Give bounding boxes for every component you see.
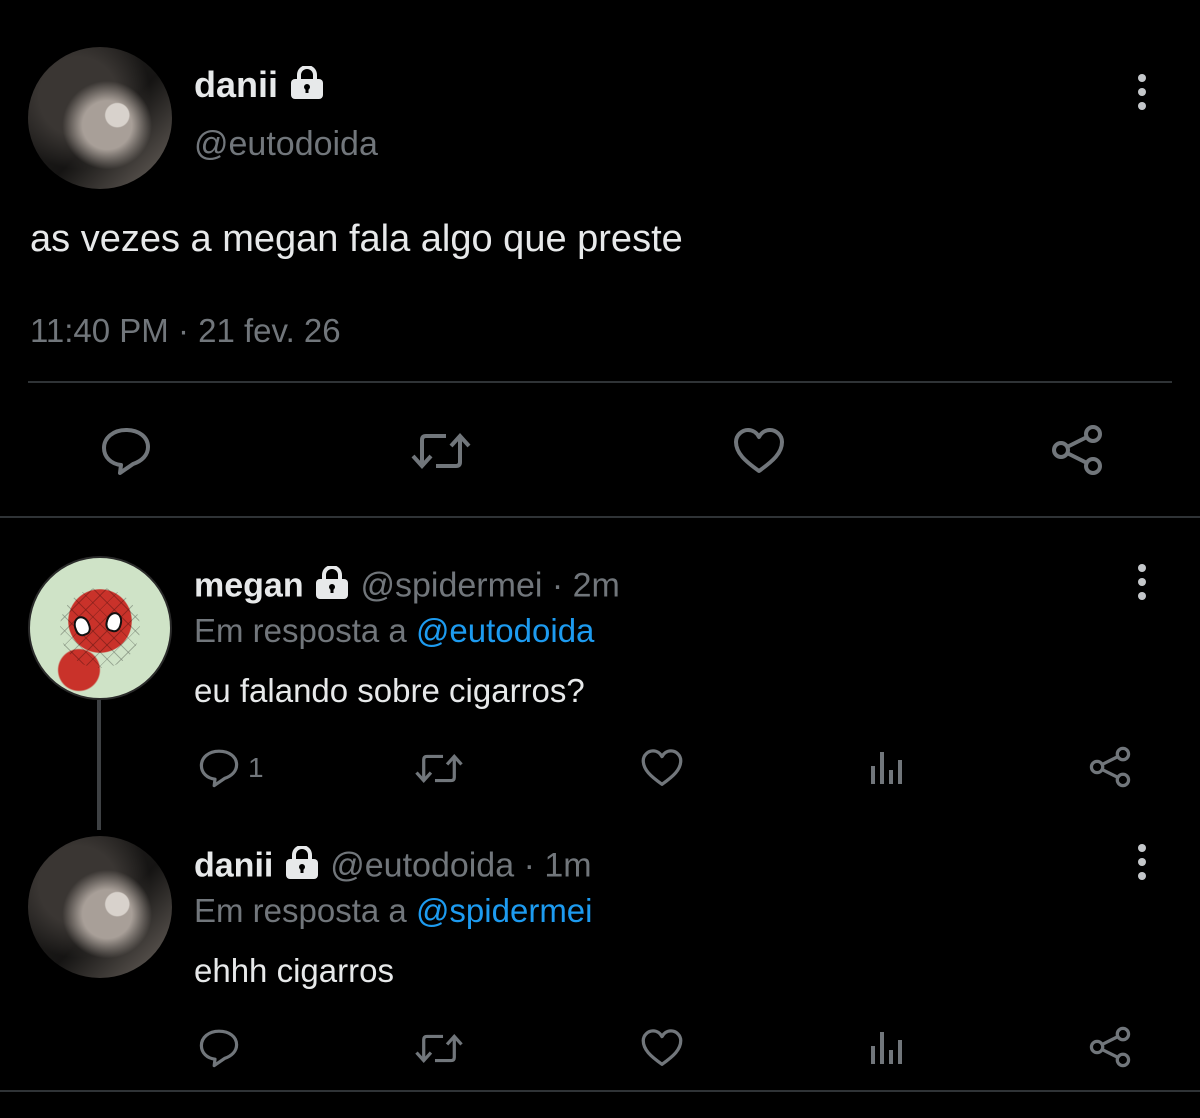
main-tweet: danii @eutodoida as vezes a megan fala a…: [0, 0, 1200, 518]
retweet-button[interactable]: [414, 750, 464, 787]
author-display-name[interactable]: megan: [194, 566, 304, 604]
retweet-button[interactable]: [414, 1030, 464, 1067]
views-button[interactable]: [868, 1028, 904, 1066]
views-button[interactable]: [868, 748, 904, 786]
reply-prefix: Em resposta a: [194, 892, 407, 929]
reply-header: megan @spidermei · 2m: [194, 565, 620, 609]
tweet-detail-screen: danii @eutodoida as vezes a megan fala a…: [0, 0, 1200, 1118]
share-button[interactable]: [1088, 746, 1132, 788]
lock-icon: [283, 845, 321, 889]
speech-bubble-icon: [102, 428, 150, 475]
reply-time: · 1m: [523, 846, 592, 885]
avatar[interactable]: [28, 556, 172, 700]
retweet-icon: [415, 1034, 463, 1063]
heart-icon: [734, 428, 784, 473]
reply-text: ehhh cigarros: [194, 952, 394, 989]
thread-connector-line: [97, 700, 101, 830]
avatar[interactable]: [28, 836, 172, 978]
author-handle[interactable]: @spidermei: [361, 566, 543, 604]
share-icon: [1089, 1026, 1131, 1068]
vertical-ellipsis-icon: [1138, 844, 1146, 880]
divider: [0, 1090, 1200, 1092]
avatar[interactable]: [28, 47, 172, 189]
retweet-button[interactable]: [410, 428, 472, 474]
reply-context: Em resposta a @eutodoida: [194, 612, 594, 650]
reply-count: 1: [248, 752, 264, 783]
reply-button[interactable]: [198, 1028, 240, 1068]
reply-button[interactable]: [100, 426, 152, 476]
share-button[interactable]: [1088, 1026, 1132, 1068]
like-button[interactable]: [732, 427, 786, 475]
author-name[interactable]: danii: [194, 64, 326, 109]
reply-text: eu falando sobre cigarros?: [194, 672, 585, 709]
more-options-button[interactable]: [1130, 562, 1154, 602]
heart-icon: [641, 749, 683, 786]
author-handle[interactable]: @eutodoida: [194, 125, 378, 164]
share-button[interactable]: [1050, 424, 1104, 476]
bar-chart-icon: [871, 752, 902, 784]
retweet-icon: [415, 754, 463, 783]
reply-prefix: Em resposta a: [194, 612, 407, 649]
more-options-button[interactable]: [1130, 72, 1154, 112]
author-display-name[interactable]: danii: [194, 846, 273, 884]
reply-time: · 2m: [551, 566, 620, 605]
heart-icon: [641, 1029, 683, 1066]
mention-link[interactable]: @spidermei: [416, 892, 593, 929]
divider: [28, 381, 1172, 383]
vertical-ellipsis-icon: [1138, 564, 1146, 600]
share-icon: [1052, 425, 1102, 475]
speech-bubble-icon: [199, 749, 239, 788]
like-button[interactable]: [640, 748, 684, 788]
like-button[interactable]: [640, 1028, 684, 1068]
speech-bubble-icon: [199, 1029, 239, 1068]
bar-chart-icon: [871, 1032, 902, 1064]
mention-link[interactable]: @eutodoida: [416, 612, 594, 649]
reply-header: danii @eutodoida · 1m: [194, 845, 592, 889]
avatar-pattern: [60, 588, 140, 668]
reply-button[interactable]: 1: [198, 748, 264, 788]
author-handle[interactable]: @eutodoida: [330, 846, 514, 884]
tweet-text: as vezes a megan fala algo que preste: [30, 218, 683, 260]
section-divider: [0, 516, 1200, 518]
lock-icon: [288, 65, 326, 109]
share-icon: [1089, 746, 1131, 788]
vertical-ellipsis-icon: [1138, 74, 1146, 110]
tweet-timestamp[interactable]: 11:40 PM · 21 fev. 26: [30, 312, 341, 350]
author-display-name: danii: [194, 64, 279, 105]
more-options-button[interactable]: [1130, 842, 1154, 882]
reply-context: Em resposta a @spidermei: [194, 892, 593, 930]
lock-icon: [313, 565, 351, 609]
retweet-icon: [411, 433, 471, 469]
